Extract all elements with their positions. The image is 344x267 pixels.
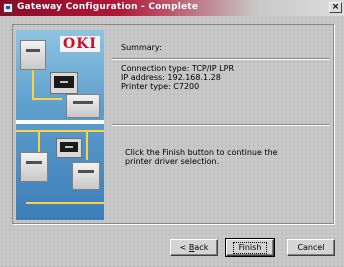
network-line [86, 130, 88, 160]
monitor-screen [54, 76, 74, 88]
computer-image [50, 72, 78, 94]
ip-address-text: IP address: 192.168.1.28 [121, 73, 221, 82]
finish-button[interactable]: Finish [225, 238, 275, 257]
close-button[interactable]: × [329, 2, 342, 13]
printer-image [66, 94, 100, 118]
instruction-line-1: Click the Finish button to continue the [125, 148, 278, 157]
wizard-illustration: OKI [16, 30, 104, 220]
printer-type-text: Printer type: C7200 [121, 82, 200, 91]
summary-separator [112, 58, 330, 60]
printer-image [20, 152, 48, 182]
cancel-label: Cancel [297, 243, 325, 252]
computer-image [56, 138, 82, 158]
wizard-window: Gateway Configuration - Complete × OKI S… [0, 0, 344, 267]
section-separator [112, 124, 330, 126]
network-line [32, 98, 62, 100]
window-title: Gateway Configuration - Complete [17, 2, 199, 12]
close-icon: × [331, 2, 340, 12]
connection-type-text: Connection type: TCP/IP LPR [121, 64, 235, 73]
back-label-prefix: < [179, 243, 189, 252]
monitor-screen [60, 142, 78, 152]
cancel-button[interactable]: Cancel [287, 239, 335, 256]
instruction-line-2: printer driver selection. [125, 157, 220, 166]
finish-label: Finish [232, 242, 268, 254]
printer-image [20, 40, 46, 70]
back-button[interactable]: < Back [170, 239, 218, 256]
summary-heading: Summary: [121, 43, 162, 52]
window-icon [3, 3, 13, 13]
printer-image [72, 162, 100, 190]
network-line [26, 202, 104, 204]
network-line [16, 130, 104, 132]
oki-logo: OKI [60, 36, 100, 52]
illustration-divider [16, 120, 104, 124]
back-label-rest: ack [194, 243, 209, 252]
title-bar[interactable]: Gateway Configuration - Complete × [0, 0, 344, 16]
network-line [32, 70, 34, 100]
